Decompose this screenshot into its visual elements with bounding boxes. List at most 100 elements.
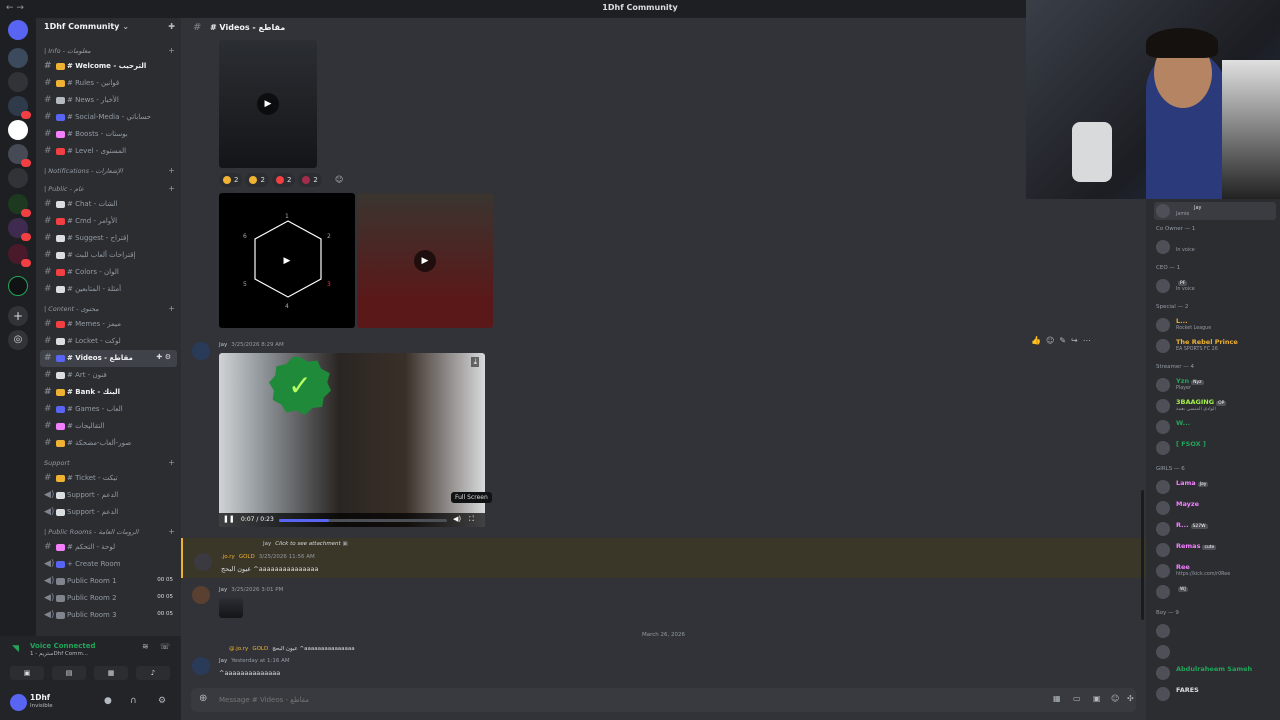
disconnect-icon[interactable]: ☏ bbox=[160, 642, 170, 651]
channel-item[interactable]: # # أمثلة - المتابعين bbox=[36, 281, 181, 298]
member-item[interactable]: Abdulraheem Sameh bbox=[1154, 664, 1276, 682]
member-item[interactable]: W... bbox=[1154, 418, 1276, 436]
voice-channel-item[interactable]: ◀) Public Room 1 00 05 bbox=[36, 573, 181, 590]
channel-item[interactable]: # # Games - العاب bbox=[36, 401, 181, 418]
screen-share-button[interactable]: ▤ bbox=[52, 666, 86, 680]
member-item[interactable]: [ FSOX ] bbox=[1154, 439, 1276, 457]
reply-icon[interactable]: ↪ bbox=[1071, 336, 1078, 345]
avatar[interactable] bbox=[194, 553, 212, 571]
member-item[interactable] bbox=[1154, 622, 1276, 640]
server-icon[interactable] bbox=[8, 168, 28, 188]
add-server-icon[interactable]: + bbox=[8, 306, 28, 326]
reply-preview[interactable]: Jay Click to see attachment ▣ bbox=[263, 541, 348, 547]
channel-item[interactable]: # # Social-Media - حساباتي bbox=[36, 109, 181, 126]
reaction-pill[interactable]: 2 bbox=[245, 173, 269, 187]
channel-item[interactable]: # # Locket - لوكت bbox=[36, 333, 181, 350]
channel-item[interactable]: # # Ticket - تيكت bbox=[36, 470, 181, 487]
channel-item[interactable]: # # Rules - قوانين bbox=[36, 75, 181, 92]
channel-item[interactable]: # # Level - المستوى bbox=[36, 143, 181, 160]
plus-icon[interactable]: + bbox=[168, 304, 175, 313]
member-item[interactable]: Lama Jay bbox=[1154, 478, 1276, 496]
more-icon[interactable]: ⋯ bbox=[1083, 336, 1091, 345]
plus-icon[interactable]: + bbox=[168, 46, 175, 55]
avatar[interactable] bbox=[192, 342, 210, 360]
channel-item[interactable]: # # Welcome - الترحيب bbox=[36, 58, 181, 75]
message-input[interactable] bbox=[219, 692, 919, 708]
voice-channel-item[interactable]: ◀) + Create Room bbox=[36, 556, 181, 573]
server-icon[interactable] bbox=[8, 194, 31, 217]
channel-item[interactable]: # # Memes - ميمز bbox=[36, 316, 181, 333]
emoji-icon[interactable]: ☺ bbox=[1111, 694, 1119, 703]
channel-item[interactable]: # # Art - فنون bbox=[36, 367, 181, 384]
mic-icon[interactable]: ● bbox=[104, 696, 112, 706]
server-icon[interactable] bbox=[8, 144, 31, 167]
pencil-icon[interactable]: ✎ bbox=[1059, 336, 1066, 345]
channel-item[interactable]: # # Colors - الوان bbox=[36, 264, 181, 281]
thumbs-up-icon[interactable]: 👍 bbox=[1031, 336, 1041, 345]
author-name[interactable]: Jay bbox=[219, 587, 227, 593]
video-attachment[interactable]: ▶ bbox=[219, 40, 317, 168]
channel-item[interactable]: # # Videos - مقاطع ✚ ⚙ bbox=[40, 350, 177, 367]
plus-icon[interactable]: + bbox=[168, 527, 175, 536]
username[interactable]: 1Dhf bbox=[30, 693, 50, 702]
voice-channel-item[interactable]: ◀) Public Room 2 00 05 bbox=[36, 590, 181, 607]
voice-status[interactable]: Voice Connected bbox=[30, 642, 96, 650]
gif-icon[interactable]: ▭ bbox=[1073, 694, 1081, 703]
video-attachment[interactable]: 1 2 3 4 5 6 ▶ bbox=[219, 193, 355, 328]
channel-category[interactable]: | Notifications - الإشعارات + bbox=[36, 164, 181, 178]
member-item[interactable]: R... S27W bbox=[1154, 520, 1276, 538]
video-player[interactable]: ✓ ⤓ ❚❚ 0:07 / 0:23 ◀) ⛶ bbox=[219, 353, 485, 527]
member-item[interactable]: PF In voice bbox=[1154, 277, 1276, 295]
guild-header[interactable]: 1Dhf Community ⌄ ✚ bbox=[36, 18, 181, 40]
server-icon[interactable] bbox=[8, 48, 28, 68]
channel-item[interactable]: # # صور-ألعاب-مضحكة bbox=[36, 435, 181, 452]
reaction-pill[interactable]: 2 bbox=[298, 173, 322, 187]
play-icon[interactable]: ▶ bbox=[414, 249, 436, 272]
sticker-icon[interactable]: ▣ bbox=[1093, 694, 1101, 703]
plus-icon[interactable]: + bbox=[168, 458, 175, 467]
server-icon[interactable] bbox=[8, 218, 31, 241]
reply-preview[interactable]: @.jo.ry GOLD عيون البحج ^aaaaaaaaaaaaaaa bbox=[229, 646, 355, 652]
server-icon[interactable] bbox=[8, 96, 31, 119]
scrollbar[interactable] bbox=[1141, 490, 1144, 620]
avatar[interactable] bbox=[192, 657, 210, 675]
reaction-pill[interactable]: 2 bbox=[219, 173, 243, 187]
server-icon[interactable] bbox=[8, 120, 28, 140]
gear-icon[interactable]: ✚ ⚙ bbox=[156, 353, 171, 361]
channel-item[interactable]: # # Bank - البنك bbox=[36, 384, 181, 401]
play-icon[interactable]: ▶ bbox=[276, 249, 298, 272]
channel-category[interactable]: | Public Rooms - الرومات العامة + bbox=[36, 525, 181, 539]
member-item[interactable]: L... Rocket League bbox=[1154, 316, 1276, 334]
member-item[interactable]: 3BAAGING OP الوادي المنسي بعمة bbox=[1154, 397, 1276, 415]
server-icon[interactable] bbox=[8, 276, 28, 296]
play-icon[interactable]: ▶ bbox=[257, 93, 279, 115]
channel-item[interactable]: # # Boosts - بوستات bbox=[36, 126, 181, 143]
channel-item[interactable]: # # Suggest - إقتراح bbox=[36, 230, 181, 247]
voice-channel-item[interactable]: ◀) Support - الدعم bbox=[36, 487, 181, 504]
channel-item[interactable]: # # لوحة - التحكم bbox=[36, 539, 181, 556]
soundboard-button[interactable]: ♪ bbox=[136, 666, 170, 680]
member-item[interactable]: In voice bbox=[1154, 238, 1276, 256]
emoji-icon[interactable]: ☺ bbox=[1046, 336, 1054, 345]
member-item[interactable]: Jay Jamie bbox=[1154, 202, 1276, 220]
reaction-pill[interactable]: 2 bbox=[271, 173, 296, 187]
home-icon[interactable] bbox=[8, 20, 28, 40]
server-icon[interactable] bbox=[8, 244, 31, 267]
voice-channel-item[interactable]: ◀) Support - الدعم bbox=[36, 504, 181, 521]
channel-item[interactable]: # # التقاليجات bbox=[36, 418, 181, 435]
pause-icon[interactable]: ❚❚ bbox=[223, 515, 235, 523]
volume-icon[interactable]: ◀) bbox=[453, 515, 461, 523]
channel-item[interactable]: # # إقتراحات ألعاب للبث bbox=[36, 247, 181, 264]
voice-channel[interactable]: ستريم - 1Dhf Comm... bbox=[30, 651, 88, 657]
channel-category[interactable]: | Content - محتوى + bbox=[36, 302, 181, 316]
gift-icon[interactable]: ▦ bbox=[1053, 694, 1061, 703]
channel-category[interactable]: | Info - معلومات + bbox=[36, 44, 181, 58]
member-item[interactable]: FARES bbox=[1154, 685, 1276, 703]
fullscreen-icon[interactable]: ⛶ bbox=[469, 515, 474, 524]
video-attachment[interactable]: ▶ bbox=[357, 193, 493, 328]
member-item[interactable]: Remas cute bbox=[1154, 541, 1276, 559]
download-icon[interactable]: ⤓ bbox=[471, 357, 479, 367]
plus-icon[interactable]: + bbox=[168, 184, 175, 193]
plus-icon[interactable]: + bbox=[168, 166, 175, 175]
image-attachment[interactable] bbox=[219, 598, 243, 618]
